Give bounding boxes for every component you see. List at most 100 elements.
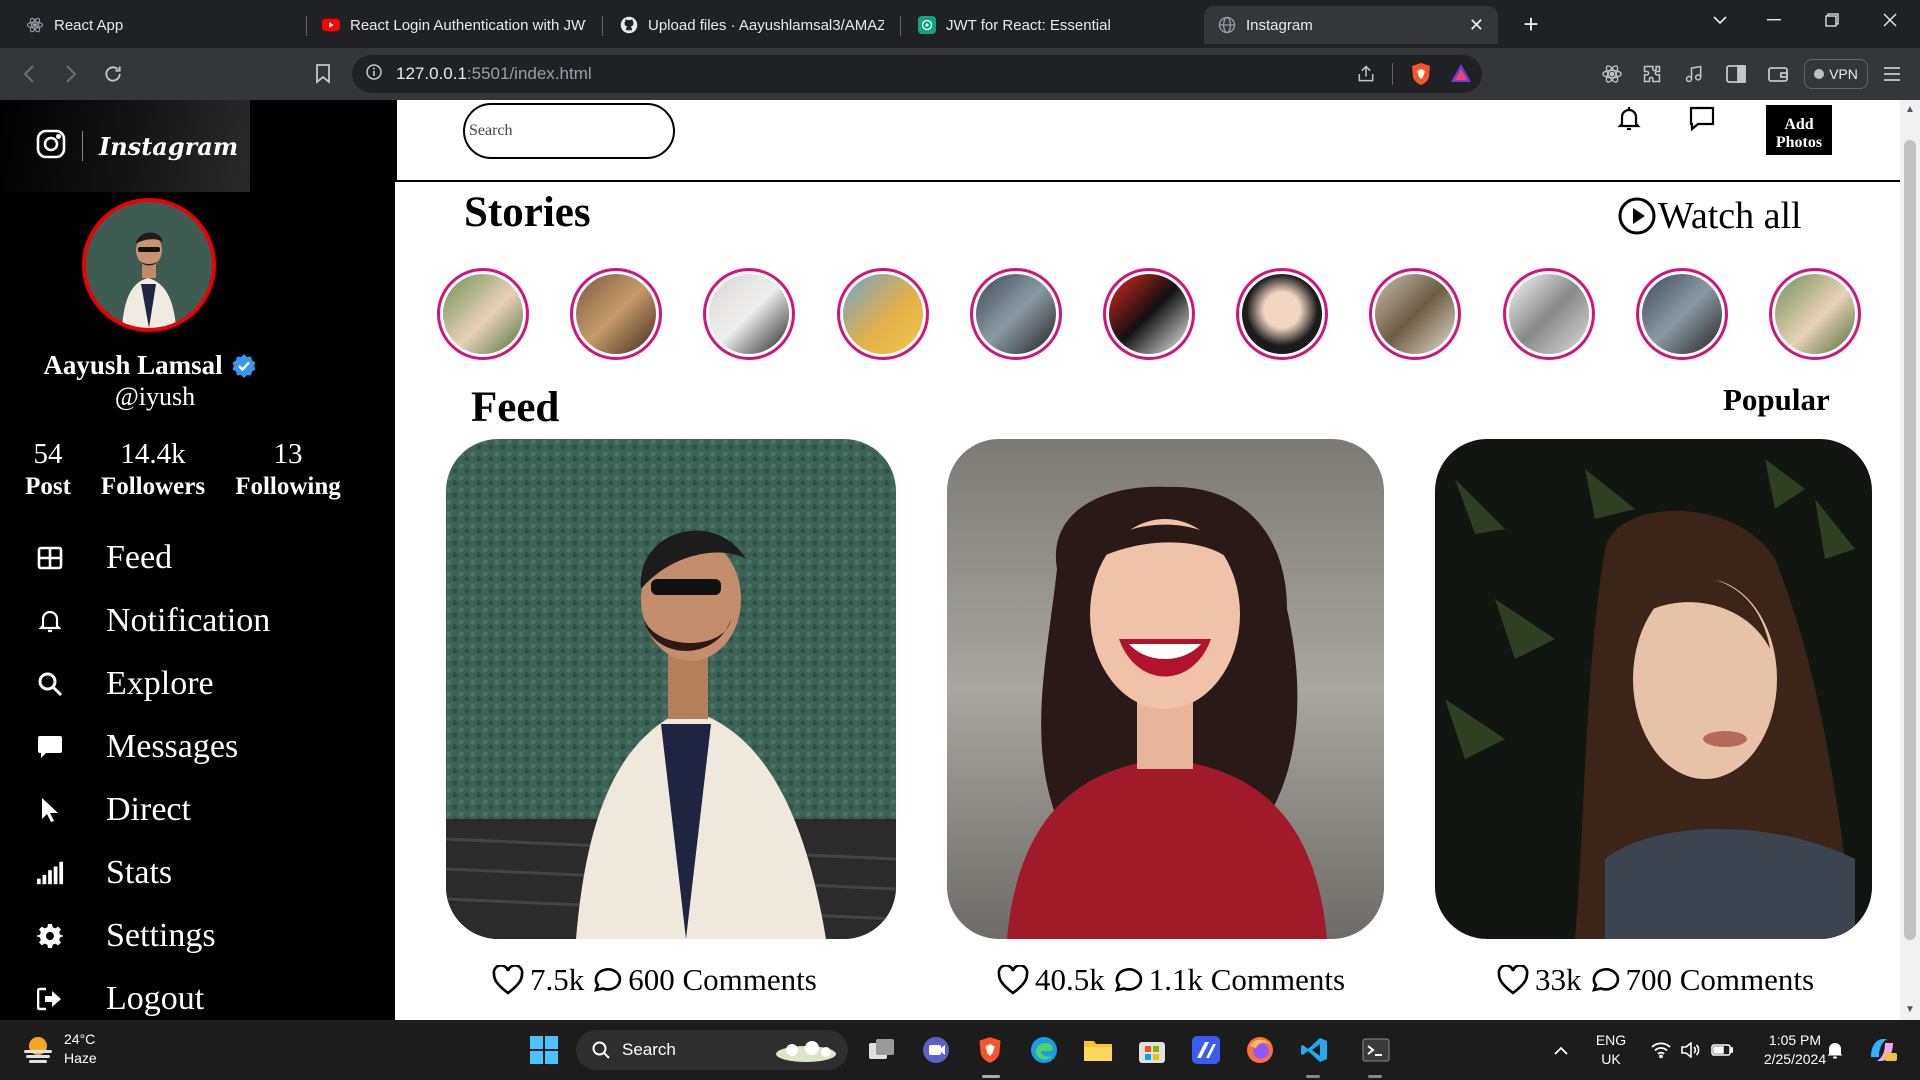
story-avatar[interactable] [703, 268, 795, 360]
address-bar[interactable]: 127.0.0.1:5501/index.html [352, 55, 1482, 93]
message-icon [36, 733, 64, 761]
story-avatar[interactable] [970, 268, 1062, 360]
post-image[interactable] [446, 439, 896, 939]
edge-icon[interactable] [1028, 1034, 1060, 1066]
story-photo [976, 274, 1056, 354]
media-icon[interactable] [1682, 62, 1706, 86]
keyboard-layout: UK [1601, 1051, 1621, 1067]
add-photos-button[interactable]: Add Photos [1766, 105, 1832, 155]
forward-button[interactable] [56, 60, 86, 88]
story-avatar[interactable] [837, 268, 929, 360]
story-avatar[interactable] [1636, 268, 1728, 360]
wifi-icon [1651, 1042, 1671, 1058]
post-image[interactable] [1435, 439, 1872, 939]
language-indicator[interactable]: ENG UK [1590, 1020, 1632, 1080]
comment-icon[interactable] [590, 965, 622, 995]
firefox-icon[interactable] [1244, 1034, 1276, 1066]
search-highlight-icon [776, 1041, 836, 1062]
sidebar-item-messages[interactable]: Messages [36, 724, 238, 770]
tab-youtube[interactable]: React Login Authentication with JWT [308, 6, 600, 44]
post-image[interactable] [947, 439, 1384, 939]
weather-widget[interactable]: 24°C Haze [22, 1030, 97, 1068]
story-photo [1509, 274, 1589, 354]
bookmark-icon[interactable] [308, 60, 338, 88]
tab-github[interactable]: Upload files · Aayushlamsal3/AMAZO [606, 6, 898, 44]
tab-search-icon[interactable] [1690, 0, 1750, 40]
tab-instagram[interactable]: Instagram ✕ [1204, 6, 1498, 44]
sidebar-item-feed[interactable]: Feed [36, 535, 172, 581]
close-window-button[interactable] [1860, 0, 1920, 40]
copilot-icon[interactable] [1862, 1020, 1902, 1080]
show-hidden-icons-chevron[interactable] [1546, 1020, 1576, 1080]
comment-icon[interactable] [1588, 965, 1620, 995]
search-input[interactable] [463, 103, 675, 159]
logo[interactable]: Instagram [0, 100, 250, 192]
new-tab-button[interactable]: + [1516, 10, 1546, 40]
stat-posts[interactable]: 54 Post [22, 438, 74, 501]
teams-chat-icon[interactable] [920, 1034, 952, 1066]
tab-react-app[interactable]: React App [12, 6, 304, 44]
sidebar-item-stats[interactable]: Stats [36, 850, 172, 896]
notification-center-icon[interactable] [1824, 1020, 1846, 1080]
vpn-button[interactable]: VPN [1804, 59, 1868, 89]
sun-haze-icon [24, 1037, 52, 1063]
vscode-icon[interactable] [1298, 1034, 1330, 1066]
brave-browser-icon[interactable] [974, 1034, 1006, 1066]
popular-tab[interactable]: Popular [1723, 382, 1830, 418]
minimize-button[interactable] [1744, 0, 1804, 40]
react-devtools-icon[interactable] [1600, 62, 1624, 86]
file-explorer-icon[interactable] [1082, 1034, 1114, 1066]
stat-following[interactable]: 13 Following [232, 438, 344, 501]
restore-button[interactable] [1802, 0, 1862, 40]
story-avatar[interactable] [1503, 268, 1595, 360]
extensions-icon[interactable] [1640, 62, 1664, 86]
notification-bell-icon[interactable] [1614, 104, 1644, 134]
sidebar-item-settings[interactable]: Settings [36, 913, 216, 959]
system-tray-status[interactable] [1642, 1020, 1742, 1080]
task-view-icon[interactable] [866, 1034, 898, 1066]
menu-icon[interactable] [1880, 62, 1904, 86]
comment-icon[interactable] [1111, 965, 1143, 995]
sidebar-item-logout[interactable]: Logout [36, 976, 204, 1020]
close-tab-icon[interactable]: ✕ [1469, 15, 1484, 36]
page-scrollbar[interactable]: ▲ ▼ [1900, 100, 1920, 1020]
sidebar-toggle-icon[interactable] [1724, 62, 1748, 86]
heart-icon[interactable] [997, 965, 1029, 995]
story-avatar[interactable] [570, 268, 662, 360]
story-avatar[interactable] [1369, 268, 1461, 360]
tab-chatgpt[interactable]: JWT for React: Essential [904, 6, 1196, 44]
sidebar-item-explore[interactable]: Explore [36, 661, 214, 707]
watch-all-button[interactable]: Watch all [1618, 194, 1802, 238]
share-icon[interactable] [1356, 64, 1376, 89]
reload-button[interactable] [98, 60, 128, 88]
story-avatar[interactable] [1103, 268, 1195, 360]
taskbar-search[interactable]: Search [576, 1030, 848, 1070]
sidebar-item-notification[interactable]: Notification [36, 598, 270, 644]
scroll-up-arrow[interactable]: ▲ [1904, 104, 1916, 115]
stat-value: 14.4k [120, 438, 186, 470]
profile-name: Aayush Lamsal [0, 350, 300, 381]
terminal-icon[interactable] [1360, 1034, 1392, 1066]
story-avatar[interactable] [1769, 268, 1861, 360]
taskbar: 24°C Haze Search ENG UK 1:05 PM 2/25/202… [0, 1020, 1920, 1080]
brave-rewards-icon[interactable] [1450, 63, 1472, 88]
stat-followers[interactable]: 14.4k Followers [98, 438, 208, 501]
app-icon[interactable] [1190, 1034, 1222, 1066]
heart-icon[interactable] [1497, 965, 1529, 995]
scroll-down-arrow[interactable]: ▼ [1904, 1004, 1916, 1015]
microsoft-store-icon[interactable] [1136, 1034, 1168, 1066]
heart-icon[interactable] [492, 965, 524, 995]
back-button[interactable] [14, 60, 44, 88]
sidebar-item-direct[interactable]: Direct [36, 787, 191, 833]
scrollbar-thumb[interactable] [1904, 140, 1916, 940]
story-avatar[interactable] [437, 268, 529, 360]
start-button[interactable] [528, 1034, 560, 1066]
wallet-icon[interactable] [1766, 62, 1790, 86]
watch-all-label: Watch all [1658, 195, 1802, 237]
brave-shield-icon[interactable] [1410, 62, 1432, 91]
avatar[interactable] [82, 198, 216, 332]
top-bar: Add Photos [395, 100, 1900, 182]
story-avatar[interactable] [1236, 268, 1328, 360]
site-info-icon[interactable] [366, 63, 382, 85]
message-outline-icon[interactable] [1687, 104, 1717, 134]
